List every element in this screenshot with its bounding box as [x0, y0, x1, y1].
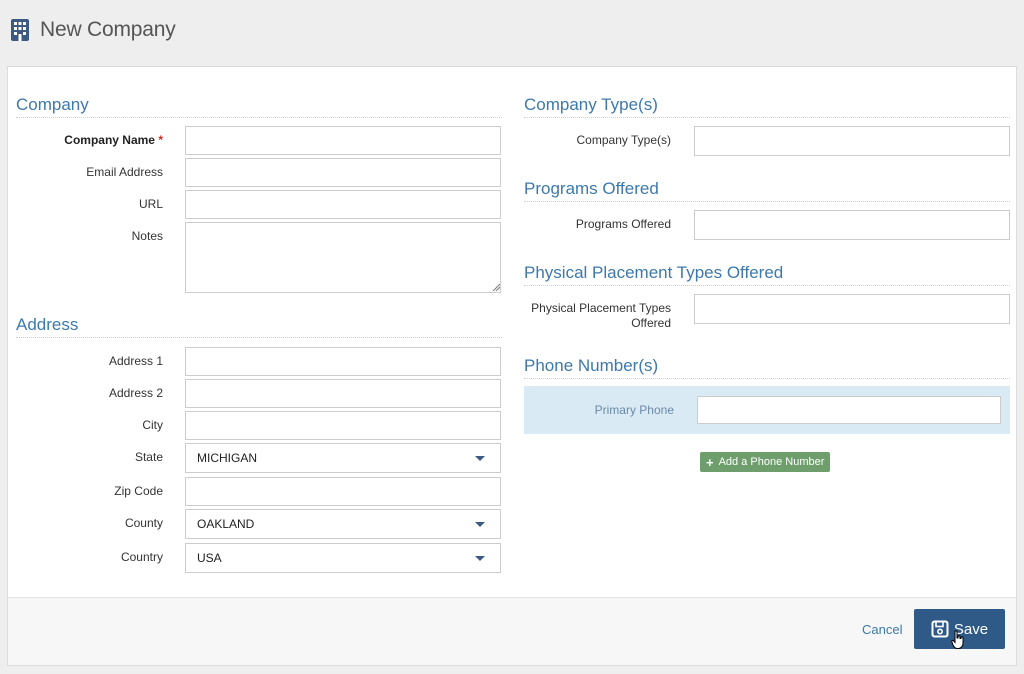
- zip-label: Zip Code: [114, 484, 163, 498]
- county-select[interactable]: OAKLAND: [185, 509, 501, 539]
- company-name-label: Company Name *: [64, 133, 163, 147]
- placement-input[interactable]: [694, 294, 1010, 324]
- section-title-programs: Programs Offered: [524, 179, 1010, 202]
- resize-grip-icon[interactable]: [492, 283, 500, 291]
- state-value: MICHIGAN: [197, 451, 257, 465]
- state-select[interactable]: MICHIGAN: [185, 443, 501, 473]
- email-input[interactable]: [185, 158, 501, 187]
- section-title-company-types: Company Type(s): [524, 95, 1010, 118]
- notes-textarea[interactable]: [185, 222, 501, 293]
- cancel-button[interactable]: Cancel: [862, 622, 902, 637]
- primary-phone-label: Primary Phone: [594, 403, 674, 417]
- placement-label: Physical Placement Types Offered: [531, 301, 671, 330]
- country-label: Country: [120, 550, 163, 564]
- country-select[interactable]: USA: [185, 543, 501, 573]
- floppy-disk-icon: [931, 620, 949, 638]
- add-phone-label: Add a Phone Number: [718, 456, 825, 468]
- form-card: Company Company Name * Email Address URL…: [7, 66, 1017, 666]
- page-header: New Company: [10, 14, 176, 46]
- url-label: URL: [138, 197, 163, 211]
- section-title-placement: Physical Placement Types Offered: [524, 263, 1010, 286]
- primary-phone-input[interactable]: [697, 396, 1001, 424]
- url-input[interactable]: [185, 190, 501, 219]
- add-phone-button[interactable]: + Add a Phone Number: [700, 452, 831, 472]
- address2-input[interactable]: [185, 379, 501, 408]
- chevron-down-icon: [475, 521, 485, 527]
- email-label: Email Address: [86, 165, 163, 179]
- chevron-down-icon: [475, 555, 485, 561]
- state-label: State: [134, 450, 163, 464]
- county-label: County: [124, 516, 163, 530]
- zip-input[interactable]: [185, 477, 501, 506]
- company-types-input[interactable]: [694, 126, 1010, 156]
- address2-label: Address 2: [108, 386, 163, 400]
- address1-label: Address 1: [108, 354, 163, 368]
- city-label: City: [142, 418, 163, 432]
- chevron-down-icon: [475, 455, 485, 461]
- notes-label: Notes: [131, 229, 163, 243]
- county-value: OAKLAND: [197, 517, 255, 531]
- country-value: USA: [197, 551, 222, 565]
- building-icon: [10, 18, 30, 42]
- section-title-phones: Phone Number(s): [524, 356, 1010, 379]
- city-input[interactable]: [185, 411, 501, 440]
- section-title-address: Address: [16, 315, 502, 338]
- company-types-label: Company Type(s): [576, 133, 671, 147]
- programs-input[interactable]: [694, 210, 1010, 240]
- company-name-input[interactable]: [185, 126, 501, 155]
- page-title: New Company: [40, 18, 176, 41]
- required-marker: *: [158, 133, 163, 147]
- hand-cursor-icon: [951, 630, 964, 649]
- section-title-company: Company: [16, 95, 502, 118]
- form-footer: Cancel Save: [8, 597, 1016, 665]
- programs-label: Programs Offered: [575, 217, 671, 231]
- plus-icon: +: [706, 454, 714, 470]
- address1-input[interactable]: [185, 347, 501, 376]
